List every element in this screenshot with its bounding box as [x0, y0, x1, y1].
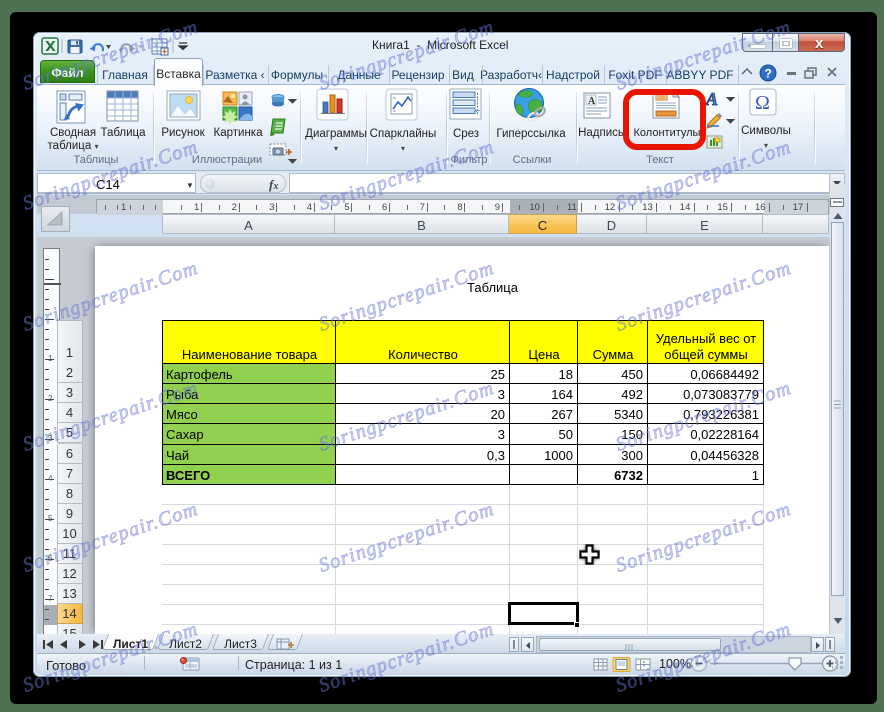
svg-text:?: ?: [765, 67, 772, 81]
svg-text:Ω: Ω: [755, 92, 770, 114]
svg-text:A: A: [588, 96, 596, 107]
svg-text:A: A: [705, 89, 718, 109]
